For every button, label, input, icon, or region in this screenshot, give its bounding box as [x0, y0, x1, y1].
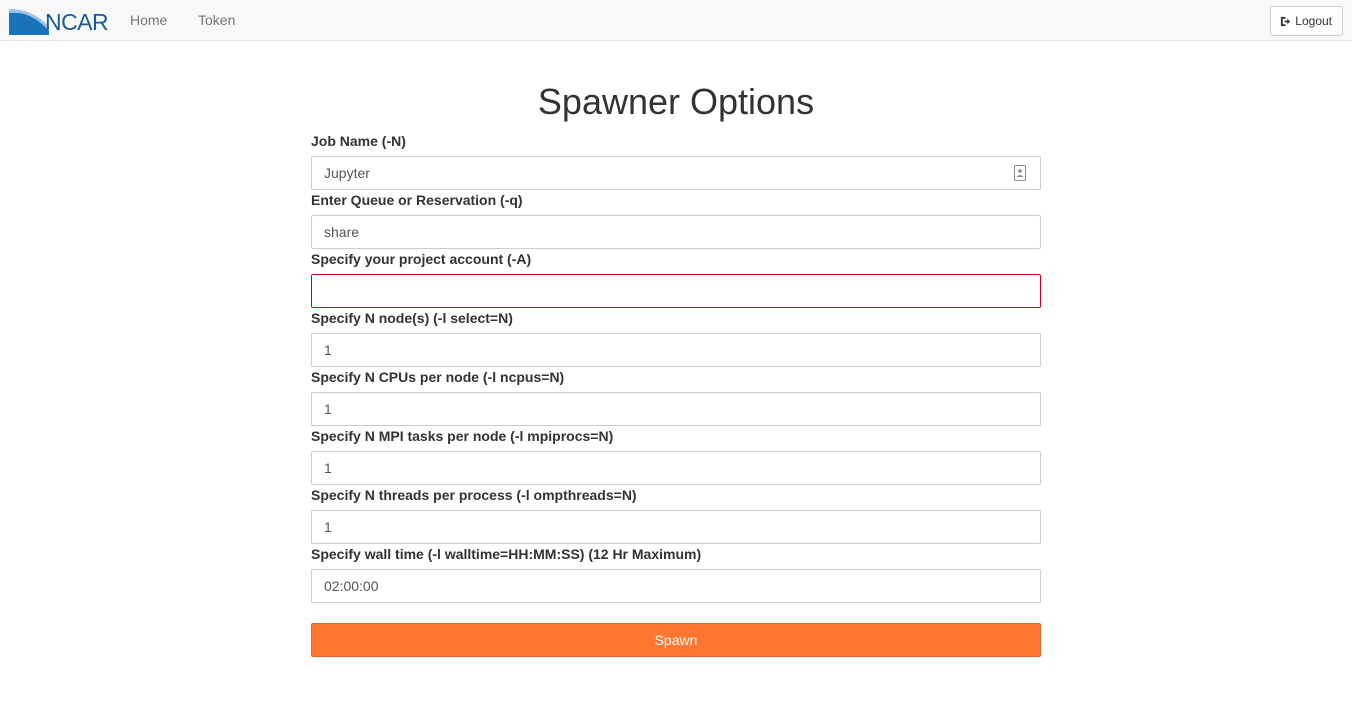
threads-label: Specify N threads per process (-l ompthr…: [311, 487, 637, 503]
project-account-field: Specify your project account (-A): [311, 249, 1041, 308]
ncar-logo-mark: [9, 9, 49, 35]
job-name-field: Job Name (-N): [311, 131, 1041, 190]
walltime-input[interactable]: [311, 569, 1041, 603]
mpi-tasks-input[interactable]: [311, 451, 1041, 485]
job-name-input[interactable]: [311, 156, 1041, 190]
page-title: Spawner Options: [537, 81, 815, 122]
threads-field: Specify N threads per process (-l ompthr…: [311, 485, 1041, 544]
queue-label: Enter Queue or Reservation (-q): [311, 192, 523, 208]
top-navbar: NCAR Home Token Logout: [0, 0, 1352, 41]
mpi-tasks-field: Specify N MPI tasks per node (-l mpiproc…: [311, 426, 1041, 485]
spawner-options-form: Job Name (-N) Enter Queue or Reservation…: [311, 131, 1041, 603]
nodes-input[interactable]: [311, 333, 1041, 367]
nav-link-home[interactable]: Home: [130, 0, 167, 41]
mpi-tasks-label: Specify N MPI tasks per node (-l mpiproc…: [311, 428, 614, 444]
project-account-label: Specify your project account (-A): [311, 251, 532, 267]
queue-field: Enter Queue or Reservation (-q): [311, 190, 1041, 249]
walltime-label: Specify wall time (-l walltime=HH:MM:SS)…: [311, 546, 702, 562]
ncar-logo[interactable]: NCAR: [9, 9, 109, 35]
job-name-label: Job Name (-N): [311, 133, 406, 149]
cpus-label: Specify N CPUs per node (-l ncpus=N): [311, 369, 565, 385]
logout-button[interactable]: Logout: [1270, 6, 1343, 36]
walltime-field: Specify wall time (-l walltime=HH:MM:SS)…: [311, 544, 1041, 603]
threads-input[interactable]: [311, 510, 1041, 544]
spawn-button[interactable]: Spawn: [311, 623, 1041, 657]
cpus-field: Specify N CPUs per node (-l ncpus=N): [311, 367, 1041, 426]
nodes-label: Specify N node(s) (-l select=N): [311, 310, 513, 326]
queue-input[interactable]: [311, 215, 1041, 249]
project-account-input[interactable]: [311, 274, 1041, 308]
nodes-field: Specify N node(s) (-l select=N): [311, 308, 1041, 367]
logout-icon: [1281, 16, 1291, 26]
contact-card-icon[interactable]: [1014, 165, 1026, 181]
brand-text: NCAR: [45, 9, 109, 35]
logout-label: Logout: [1295, 14, 1332, 28]
cpus-input[interactable]: [311, 392, 1041, 426]
nav-link-token[interactable]: Token: [198, 0, 235, 41]
